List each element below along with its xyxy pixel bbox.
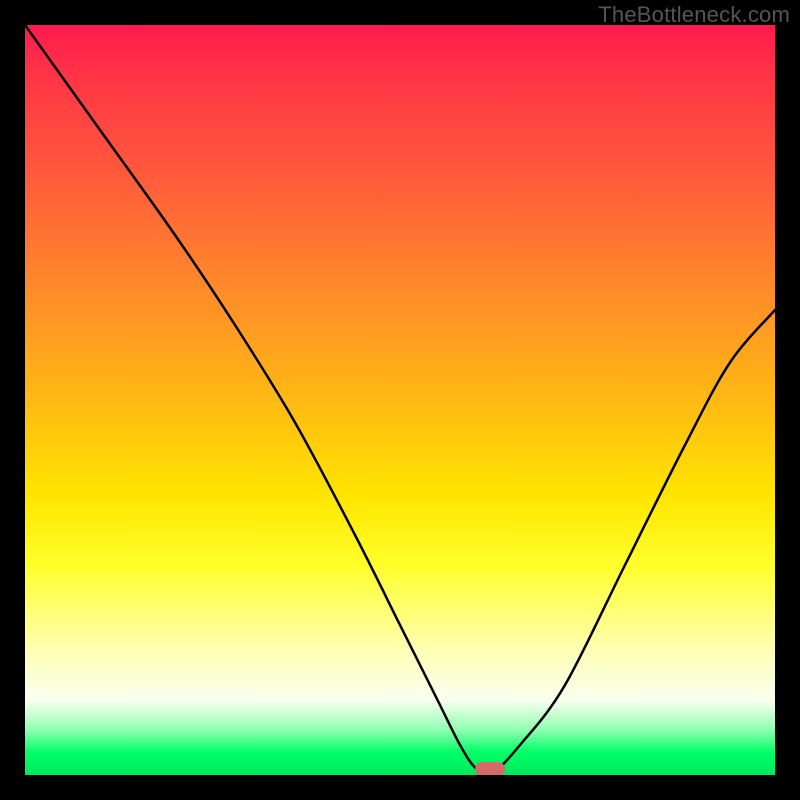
bottleneck-curve bbox=[25, 25, 775, 775]
plot-area bbox=[25, 25, 775, 775]
chart-frame: TheBottleneck.com bbox=[0, 0, 800, 800]
optimum-marker bbox=[475, 762, 505, 775]
watermark-text: TheBottleneck.com bbox=[598, 2, 790, 28]
